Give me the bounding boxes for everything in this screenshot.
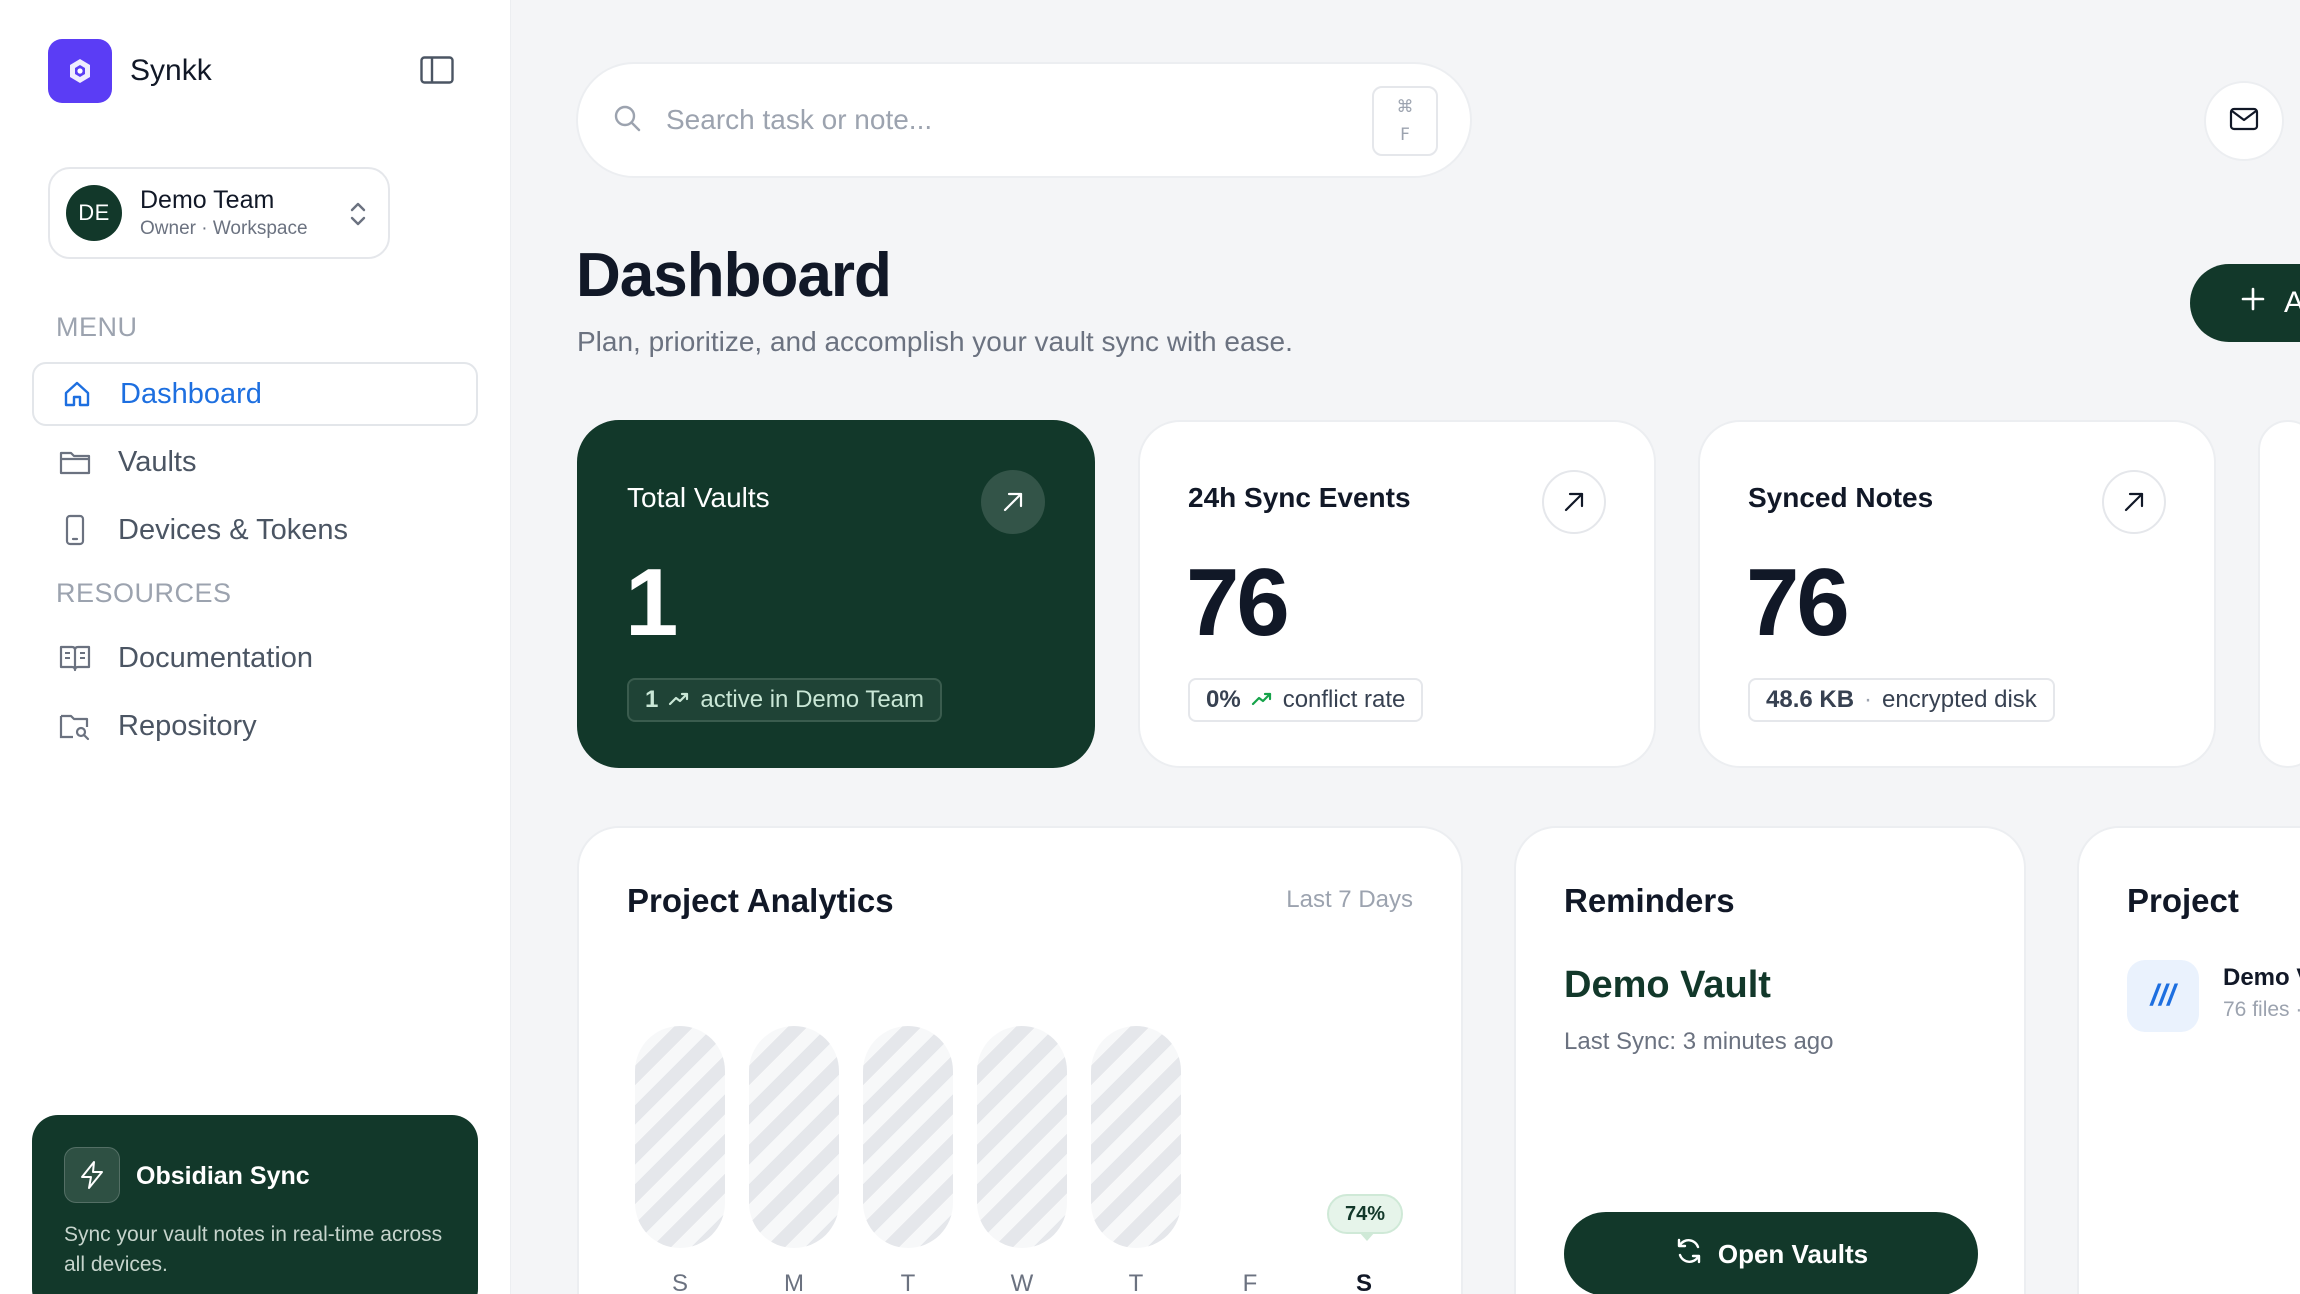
day-label: T [900,1270,916,1294]
day-label: M [784,1270,804,1294]
reminders-panel: Reminders Demo Vault Last Sync: 3 minute… [1514,826,2026,1294]
project-icon: /// [2127,960,2199,1032]
search-bar[interactable]: ⌘ F [576,62,1472,178]
trend-up-icon [1251,686,1273,714]
day-label: S [1355,1270,1372,1294]
chart-bar [863,1026,953,1248]
arrow-up-right-icon[interactable] [981,470,1045,534]
stat-value: 76 [1186,549,1290,656]
sidebar-item-repository[interactable]: Repository [32,694,478,758]
trend-up-icon [668,686,690,714]
day-label: W [1010,1270,1034,1294]
open-vaults-button[interactable]: Open Vaults [1564,1212,1978,1294]
project-analytics-panel: Project Analytics Last 7 Days S M T W T F S 74… [577,826,1463,1294]
open-vaults-label: Open Vaults [1717,1238,1869,1269]
add-button[interactable]: A [2190,264,2300,342]
project-panel: Project /// Demo V 76 files · [2077,826,2300,1294]
sidebar-toggle-icon[interactable] [420,56,454,84]
chart-bar [1091,1026,1181,1248]
team-switcher[interactable]: DE Demo Team Owner · Workspace [48,167,390,259]
sidebar-item-label: Documentation [118,641,314,674]
chart-bar [749,1026,839,1248]
sidebar-item-documentation[interactable]: Documentation [32,626,478,690]
book-icon [58,641,92,675]
app-name: Synkk [130,54,212,87]
chart-bar [635,1026,725,1248]
stat-card-sync-events[interactable]: 24h Sync Events 76 0% conflict rate [1138,420,1656,768]
arrow-up-right-icon[interactable] [2102,470,2166,534]
home-icon [60,377,94,411]
stat-label: Total Vaults [627,482,770,513]
day-label: S [671,1270,688,1294]
stat-pill: 1 active in Demo Team [627,678,943,722]
sidebar-item-label: Repository [118,709,257,742]
team-avatar: DE [66,185,122,241]
command-key: ⌘ [1396,97,1414,117]
team-name: Demo Team [140,186,275,214]
stat-card-total-vaults[interactable]: Total Vaults 1 1 active in Demo Team [577,420,1095,768]
sidebar-item-vaults[interactable]: Vaults [32,430,478,494]
stat-card-partial[interactable] [2258,420,2300,768]
pill-value: 1 [645,686,659,713]
promo-title: Obsidian Sync [136,1162,310,1190]
sidebar-item-label: Dashboard [120,377,262,410]
project-item-name[interactable]: Demo V [2223,964,2300,992]
pill-text: conflict rate [1282,686,1406,713]
phone-icon [58,513,92,547]
day-label: F [1242,1270,1258,1294]
repo-icon [58,709,92,743]
promo-card[interactable]: Obsidian Sync Sync your vault notes in r… [32,1115,478,1294]
plus-icon [2240,286,2266,320]
sidebar: Synkk DE Demo Team Owner · Workspace MEN… [0,0,511,1294]
page-title: Dashboard [576,241,892,310]
shortcut-key: F [1400,125,1410,145]
stat-value: 1 [625,549,678,656]
lightning-icon [64,1147,120,1203]
sidebar-item-label: Vaults [118,445,197,478]
panel-title: Reminders [1564,882,1735,919]
stat-card-synced-notes[interactable]: Synced Notes 76 48.6 KB · encrypted disk [1698,420,2216,768]
date-range-select[interactable]: Last 7 Days [1286,886,1413,914]
pill-text: encrypted disk [1882,686,2037,713]
day-label: T [1128,1270,1144,1294]
refresh-icon [1674,1236,1704,1273]
page-subtitle: Plan, prioritize, and accomplish your va… [577,326,1293,357]
stat-label: Synced Notes [1748,482,1934,513]
sidebar-item-dashboard[interactable]: Dashboard [32,362,478,426]
reminder-vault-name: Demo Vault [1564,964,1771,1006]
mail-button[interactable] [2204,81,2284,161]
mail-icon [2229,107,2259,136]
pill-separator: · [1864,686,1873,713]
chart-bar [977,1026,1067,1248]
pill-text: active in Demo Team [700,686,925,713]
search-shortcut: ⌘ F [1372,86,1438,156]
brand[interactable]: Synkk [48,39,212,103]
promo-description: Sync your vault notes in real-time acros… [64,1223,443,1276]
arrow-up-right-icon[interactable] [1542,470,1606,534]
resources-section-label: RESOURCES [56,578,232,608]
team-role: Owner · Workspace [140,218,308,239]
folder-icon [58,445,92,479]
panel-title: Project [2127,882,2239,919]
chevron-up-down-icon [348,199,368,234]
sidebar-item-label: Devices & Tokens [118,513,348,546]
stat-label: 24h Sync Events [1188,482,1411,513]
stat-pill: 0% conflict rate [1188,678,1424,722]
stat-pill: 48.6 KB · encrypted disk [1748,678,2055,722]
project-item-meta: 76 files · [2223,998,2300,1021]
add-button-label: A [2284,286,2300,319]
sidebar-item-devices-tokens[interactable]: Devices & Tokens [32,498,478,562]
panel-title: Project Analytics [627,882,894,919]
highlight-badge: 74% [1327,1194,1403,1241]
stat-value: 76 [1746,549,1850,656]
menu-section-label: MENU [56,312,138,342]
app-logo-icon [48,39,112,103]
pill-value: 0% [1206,686,1241,713]
search-input[interactable] [666,104,1306,136]
pill-value: 48.6 KB [1766,686,1855,713]
reminder-last-sync: Last Sync: 3 minutes ago [1564,1028,1834,1055]
search-icon [612,103,642,138]
